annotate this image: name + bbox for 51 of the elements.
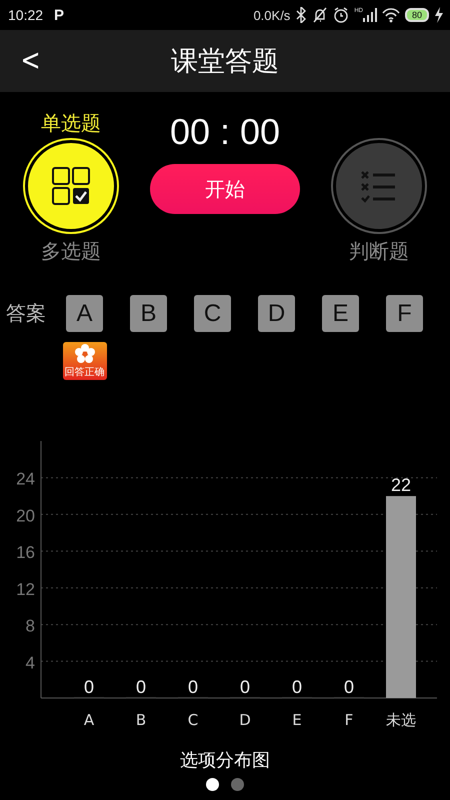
signal-icon [362, 8, 377, 22]
x-tick-label: 未选 [386, 711, 416, 729]
timer-display: 00 : 00 [170, 110, 280, 154]
x-tick-label: D [239, 711, 251, 729]
badge-text: 回答正确 [64, 367, 104, 379]
back-button[interactable]: < [9, 46, 52, 76]
value-label: 0 [84, 677, 94, 697]
battery-indicator: 80 [404, 8, 429, 22]
muted-bell-icon [312, 7, 328, 23]
x-tick-label: B [136, 711, 146, 729]
chart-title: 选项分布图 [179, 749, 271, 772]
value-label: 0 [344, 677, 354, 697]
y-tick-label: 20 [16, 506, 35, 526]
answer-option-button[interactable]: D [258, 295, 295, 332]
y-tick-label: 16 [16, 543, 35, 562]
y-tick-label: 24 [16, 470, 35, 489]
choice-grid-icon [51, 166, 91, 206]
y-tick-label: 8 [26, 616, 35, 636]
y-tick-label: 4 [26, 653, 35, 672]
x-tick-label: A [84, 711, 94, 729]
answer-option-button[interactable]: A [66, 295, 103, 332]
value-label: 0 [188, 677, 198, 697]
flower-icon [74, 343, 96, 365]
wifi-icon [382, 7, 400, 23]
x-tick-label: F [344, 711, 354, 729]
value-label: 0 [292, 677, 302, 697]
question-type-tab[interactable]: 单选题 [41, 110, 101, 136]
alarm-icon [333, 7, 350, 23]
page-dot[interactable] [206, 778, 219, 791]
x-tick-label: C [188, 711, 198, 729]
answer-option-button[interactable]: E [322, 295, 359, 332]
answer-option-button[interactable]: B [130, 295, 167, 332]
answer-option-button[interactable]: C [194, 295, 231, 332]
checklist-icon [361, 168, 397, 204]
value-label: 0 [240, 677, 250, 697]
status-time: 10:22 [8, 7, 44, 23]
screen-title: 课堂答题 [170, 45, 280, 79]
app-notification-icon: P [54, 6, 64, 24]
question-type-tab[interactable]: 判断题 [349, 238, 409, 264]
answer-label: 答案 [6, 300, 47, 327]
bluetooth-icon [295, 7, 308, 23]
value-label: 0 [136, 677, 146, 697]
network-speed: 0.0K/s [253, 8, 290, 22]
answer-option-button[interactable]: F [386, 295, 423, 332]
page-dot[interactable] [231, 778, 244, 791]
x-tick-label: E [292, 711, 302, 729]
question-type-tab[interactable]: 多选题 [41, 238, 101, 264]
start-button[interactable]: 开始 [150, 164, 300, 214]
charging-icon [434, 7, 444, 23]
y-tick-label: 12 [16, 580, 35, 599]
value-label: 22 [390, 475, 412, 496]
